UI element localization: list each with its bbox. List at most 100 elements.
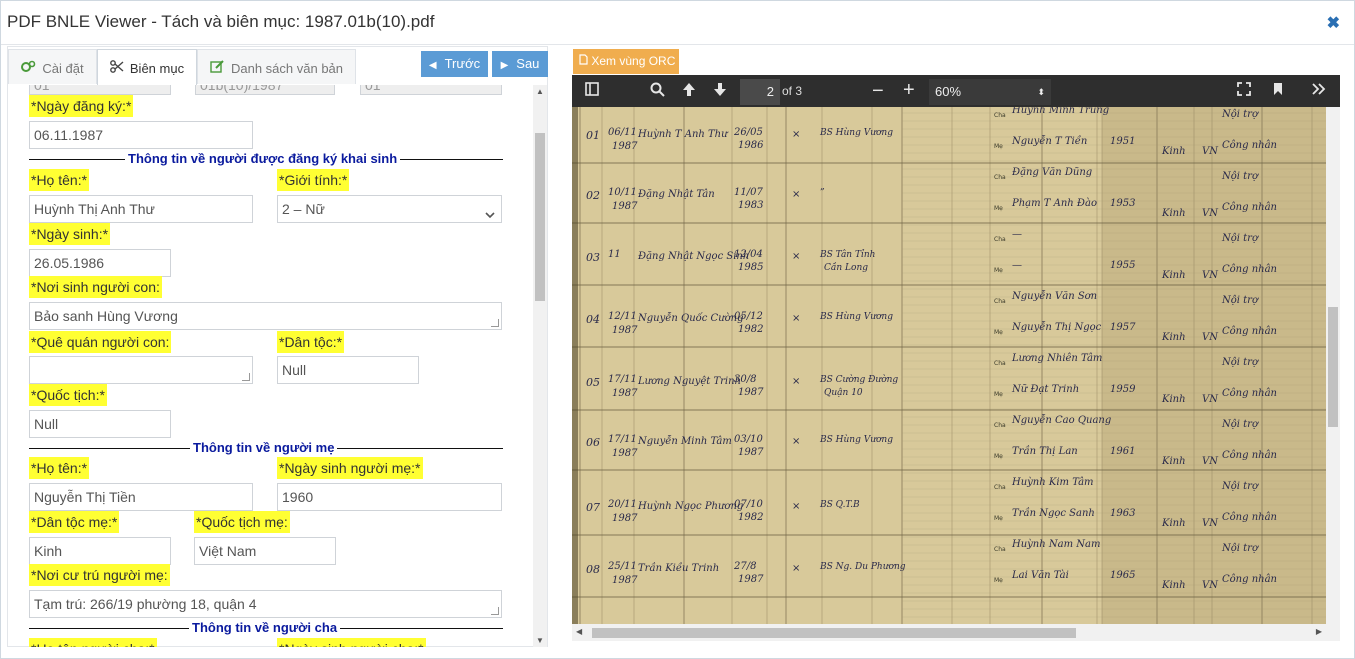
scroll-left-icon[interactable]: ◀ [576, 627, 582, 636]
ethnicity-label: *Dân tộc:* [277, 331, 345, 353]
row-date-year: 1987 [612, 388, 638, 399]
parent-year: 1957 [1110, 322, 1136, 333]
zoom-value: 60% [935, 84, 962, 99]
parent-name: Nguyễn T Tiền [1011, 136, 1087, 147]
mother-nationality-label: *Quốc tịch mẹ: [194, 511, 290, 533]
row-name: Nguyễn Quốc Cường [637, 313, 744, 324]
row-birth-date: 11/07 [734, 187, 763, 198]
row-date-year: 1987 [612, 201, 638, 212]
parent-role: Mẹ [994, 205, 1003, 212]
tools-menu-icon[interactable] [1312, 82, 1326, 99]
tab-cataloguing[interactable]: Biên mục [97, 49, 197, 86]
scrollbar-thumb[interactable] [535, 133, 545, 301]
hometown-textarea[interactable] [29, 356, 253, 384]
next-button[interactable]: ▶ Sau [492, 51, 548, 77]
partial-field-3[interactable]: 01 [360, 85, 502, 95]
tab-settings[interactable]: Cài đặt [8, 49, 97, 84]
mother-name-input[interactable]: Nguyễn Thị Tiền [29, 483, 253, 511]
parent-note: Công nhân [1222, 574, 1277, 585]
pdf-viewer: 2 of 3 − + 60% ⬍ 01 06/11 1987 Huỳnh T Anh … [572, 75, 1340, 641]
parent-note: Nội trợ [1221, 481, 1259, 492]
mother-name-label: *Họ tên:* [29, 457, 90, 479]
view-orc-button[interactable]: Xem vùng ORC [573, 49, 679, 74]
paper-fold-shade [1102, 107, 1326, 624]
nationality-label: *Quốc tịch:* [29, 384, 107, 406]
row-birth-year: 1982 [738, 512, 763, 523]
scrollbar-thumb[interactable] [1328, 307, 1338, 427]
sidebar-toggle-icon[interactable] [585, 82, 599, 100]
search-icon[interactable] [650, 82, 665, 101]
mother-ethnicity-input[interactable]: Kinh [29, 537, 171, 565]
viewer-vertical-scrollbar[interactable] [1326, 107, 1340, 641]
page-number-input[interactable]: 2 [740, 79, 780, 105]
row-place: BS Hùng Vương [819, 434, 893, 445]
parent-ethnicity: Kinh [1161, 208, 1186, 219]
updown-icon: ⬍ [1037, 87, 1045, 97]
mother-birth-label: *Ngày sinh người mẹ:* [277, 457, 423, 479]
scrollbar-thumb[interactable] [592, 628, 1076, 638]
previous-page-icon[interactable] [682, 82, 696, 101]
row-birth-year: 1982 [738, 324, 763, 335]
fullscreen-icon[interactable] [1237, 82, 1251, 100]
partial-field-1[interactable]: 01 [29, 85, 171, 95]
birth-place-textarea[interactable]: Bảo sanh Hùng Vương [29, 302, 502, 330]
parent-role: Mẹ [994, 515, 1003, 522]
row-birth-year: 1987 [738, 387, 764, 398]
zoom-select[interactable]: 60% ⬍ [929, 79, 1051, 105]
title-bar: PDF BNLE Viewer - Tách và biên mục: 1987… [1, 1, 1354, 45]
row-place: BS Cường Đường [819, 374, 898, 385]
parent-role: Mẹ [994, 267, 1003, 274]
parent-role: Cha [994, 174, 1006, 181]
ethnicity-input[interactable]: Null [277, 356, 419, 384]
bookmark-icon[interactable] [1273, 82, 1283, 100]
row-birth-date: 27/8 [733, 561, 756, 572]
gender-select[interactable]: 2 – Nữ [277, 195, 502, 223]
gender-select-value: 2 – Nữ [282, 201, 325, 217]
row-date: 17/11 [608, 374, 637, 385]
viewer-horizontal-scrollbar[interactable]: ◀ ▶ [572, 624, 1326, 641]
app-window: PDF BNLE Viewer - Tách và biên mục: 1987… [0, 0, 1355, 659]
mother-residence-textarea[interactable]: Tạm trú: 266/19 phường 18, quận 4 [29, 590, 502, 618]
parent-role: Mẹ [994, 329, 1003, 336]
birth-date-input[interactable]: 26.05.1986 [29, 249, 171, 277]
row-date: 06/11 [608, 127, 637, 138]
registration-date-input[interactable]: 06.11.1987 [29, 121, 253, 149]
parent-nationality: VN [1202, 208, 1219, 219]
mother-birth-input[interactable]: 1960 [277, 483, 502, 511]
parent-year: 1963 [1110, 508, 1135, 519]
father-name-label: *Họ tên người cha:* [29, 638, 157, 647]
nationality-input[interactable]: Null [29, 410, 171, 438]
prev-button[interactable]: ◀ Trước [421, 51, 488, 77]
row-birth-date: 03/10 [734, 434, 763, 445]
row-mark: × [792, 376, 800, 387]
child-name-input[interactable]: Huỳnh Thị Anh Thư [29, 195, 253, 223]
tab-settings-label: Cài đặt [42, 61, 84, 76]
scroll-up-icon[interactable]: ▲ [536, 87, 544, 96]
edit-icon [210, 60, 225, 76]
mother-nationality-input[interactable]: Việt Nam [194, 537, 336, 565]
parent-year: 1953 [1110, 198, 1135, 209]
father-birth-label: *Ngày sinh người cha:* [277, 638, 426, 647]
resize-handle-icon[interactable] [242, 373, 250, 381]
scroll-down-icon[interactable]: ▼ [536, 636, 544, 645]
row-date: 10/11 [608, 187, 637, 198]
zoom-out-icon[interactable]: − [872, 80, 884, 103]
resize-handle-icon[interactable] [491, 319, 499, 327]
close-icon[interactable]: ✖ [1327, 13, 1340, 33]
parent-note: Nội trợ [1221, 295, 1259, 306]
row-date-year: 1987 [612, 575, 638, 586]
tab-document-list[interactable]: Danh sách văn bản [197, 49, 356, 84]
next-page-icon[interactable] [713, 82, 727, 101]
zoom-in-icon[interactable]: + [903, 79, 915, 102]
prev-button-label: Trước [444, 56, 481, 71]
row-mark: × [792, 313, 800, 324]
parent-note: Công nhân [1222, 326, 1277, 337]
parent-role: Cha [994, 112, 1006, 119]
parent-note: Nội trợ [1221, 543, 1259, 554]
partial-field-2[interactable]: 01b(10)/1987 [195, 85, 335, 95]
parent-role: Cha [994, 298, 1006, 305]
parent-nationality: VN [1202, 456, 1219, 467]
resize-handle-icon[interactable] [491, 607, 499, 615]
form-scrollbar[interactable]: ▲ ▼ [533, 85, 547, 647]
scroll-right-icon[interactable]: ▶ [1316, 627, 1322, 636]
